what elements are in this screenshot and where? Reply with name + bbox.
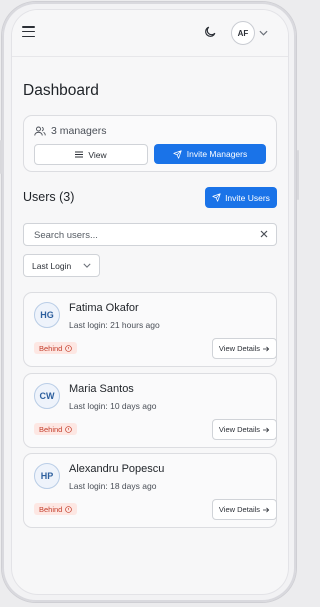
status-label: Behind <box>39 504 63 514</box>
invite-users-label: Invite Users <box>225 192 270 203</box>
account-menu[interactable]: AF <box>231 21 268 45</box>
phone-side-button <box>0 140 2 174</box>
invite-managers-button[interactable]: Invite Managers <box>154 144 266 164</box>
sort-value: Last Login <box>32 261 72 271</box>
avatar[interactable]: AF <box>231 21 255 45</box>
view-details-button[interactable]: View Details <box>212 419 277 440</box>
users-icon <box>34 126 46 136</box>
view-label: View <box>88 149 107 160</box>
chevron-down-icon <box>83 263 91 268</box>
view-details-label: View Details <box>218 344 261 353</box>
send-icon <box>212 193 221 202</box>
moon-icon[interactable] <box>203 25 217 39</box>
view-details-button[interactable]: View Details <box>212 338 277 359</box>
status-badge: Behind <box>34 342 78 354</box>
users-heading: Users (3) <box>23 190 75 204</box>
managers-summary: 3 managers <box>34 125 106 137</box>
user-avatar: HG <box>34 302 60 328</box>
invite-managers-label: Invite Managers <box>186 149 248 159</box>
app-screen: AF Dashboard 3 managers View Invite Mana… <box>12 10 288 594</box>
chevron-down-icon <box>259 30 268 36</box>
view-details-button[interactable]: View Details <box>212 499 277 520</box>
arrow-right-icon <box>263 346 270 351</box>
status-badge: Behind <box>34 503 78 515</box>
status-label: Behind <box>39 343 63 353</box>
close-icon[interactable] <box>259 229 269 239</box>
user-card: HP Alexandru Popescu Last login: 18 days… <box>23 453 277 528</box>
view-details-label: View Details <box>218 505 261 514</box>
page-title: Dashboard <box>23 82 99 99</box>
hamburger-icon[interactable] <box>22 26 35 38</box>
send-icon <box>173 149 182 159</box>
user-name: Alexandru Popescu <box>69 463 165 475</box>
user-last-login: Last login: 10 days ago <box>69 401 157 411</box>
user-card: CW Maria Santos Last login: 10 days ago … <box>23 373 277 448</box>
arrow-right-icon <box>263 507 270 512</box>
phone-side-button <box>297 150 299 200</box>
view-managers-button[interactable]: View <box>34 144 148 165</box>
user-avatar: HP <box>34 463 60 489</box>
user-card: HG Fatima Okafor Last login: 21 hours ag… <box>23 292 277 367</box>
top-bar: AF <box>12 10 288 57</box>
user-last-login: Last login: 18 days ago <box>69 481 157 491</box>
user-name: Fatima Okafor <box>69 302 139 314</box>
managers-count: 3 managers <box>51 125 107 137</box>
info-icon <box>65 505 73 513</box>
managers-card: 3 managers View Invite Managers <box>23 115 277 172</box>
view-details-label: View Details <box>218 425 261 434</box>
arrow-right-icon <box>263 427 270 432</box>
info-icon <box>65 425 73 433</box>
status-label: Behind <box>39 424 63 434</box>
info-icon <box>65 344 73 352</box>
search-box <box>23 223 277 246</box>
user-last-login: Last login: 21 hours ago <box>69 320 160 330</box>
status-badge: Behind <box>34 423 78 435</box>
list-icon <box>75 151 84 158</box>
sort-select[interactable]: Last Login <box>23 254 100 277</box>
invite-users-button[interactable]: Invite Users <box>205 187 277 208</box>
user-name: Maria Santos <box>69 383 134 395</box>
search-input[interactable] <box>32 227 256 243</box>
user-avatar: CW <box>34 383 60 409</box>
